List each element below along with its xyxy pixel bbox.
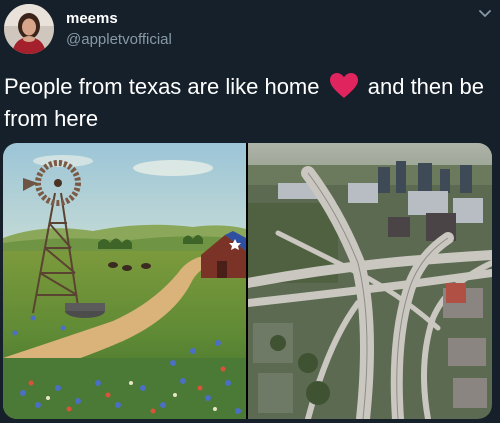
aerial-highway-photo[interactable] <box>248 143 492 419</box>
texas-countryside-painting[interactable] <box>3 143 246 419</box>
tweet-card: meems @appletvofficial People from texas… <box>0 0 500 423</box>
chevron-down-icon[interactable] <box>476 4 494 22</box>
red-heart-icon <box>329 73 358 99</box>
user-handle[interactable]: @appletvofficial <box>66 31 172 49</box>
tweet-text-part-1: People from texas are like home <box>4 74 320 99</box>
display-name[interactable]: meems <box>66 10 118 28</box>
avatar-image <box>4 4 54 54</box>
tweet-text: People from texas are like home and then… <box>4 71 494 135</box>
tweet-media[interactable] <box>3 143 492 419</box>
avatar[interactable] <box>4 4 54 54</box>
